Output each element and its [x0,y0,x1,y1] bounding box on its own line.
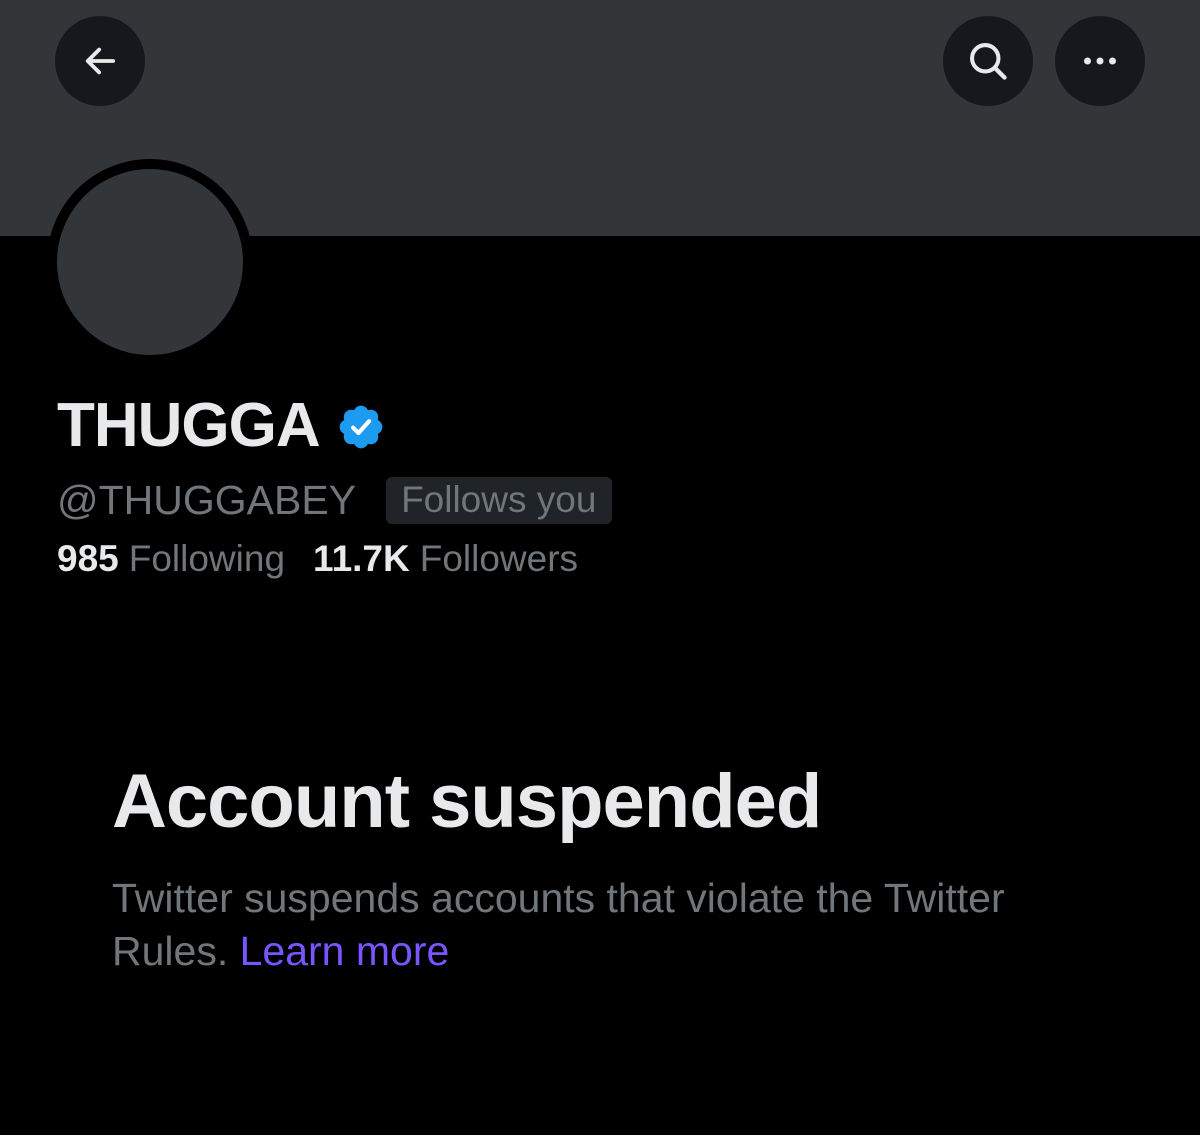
learn-more-link[interactable]: Learn more [240,928,450,974]
suspended-message-block: Twitter suspends accounts that violate t… [112,872,1012,978]
search-icon [970,43,1007,80]
following-stat[interactable]: 985 Following [57,538,285,580]
followers-count: 11.7K [313,538,410,579]
arrow-left-icon [85,47,116,75]
followers-label: Followers [419,538,579,579]
more-horizontal-icon [1084,57,1116,65]
user-handle: @THUGGABEY [57,476,357,523]
follow-stats: 985 Following 11.7K Followers [57,535,578,583]
avatar[interactable] [57,169,243,355]
follows-you-badge: Follows you [386,476,613,524]
verified-badge-icon[interactable] [336,402,386,452]
handle-row: @THUGGABEY Follows you [57,474,613,526]
display-name-row: THUGGA [57,390,386,460]
following-count: 985 [57,538,119,579]
back-button[interactable] [55,16,145,106]
search-button[interactable] [943,16,1033,106]
display-name: THUGGA [57,390,321,460]
following-label: Following [128,538,286,579]
more-options-button[interactable] [1055,16,1145,106]
suspended-title: Account suspended [112,759,822,844]
followers-stat[interactable]: 11.7K Followers [313,538,578,580]
